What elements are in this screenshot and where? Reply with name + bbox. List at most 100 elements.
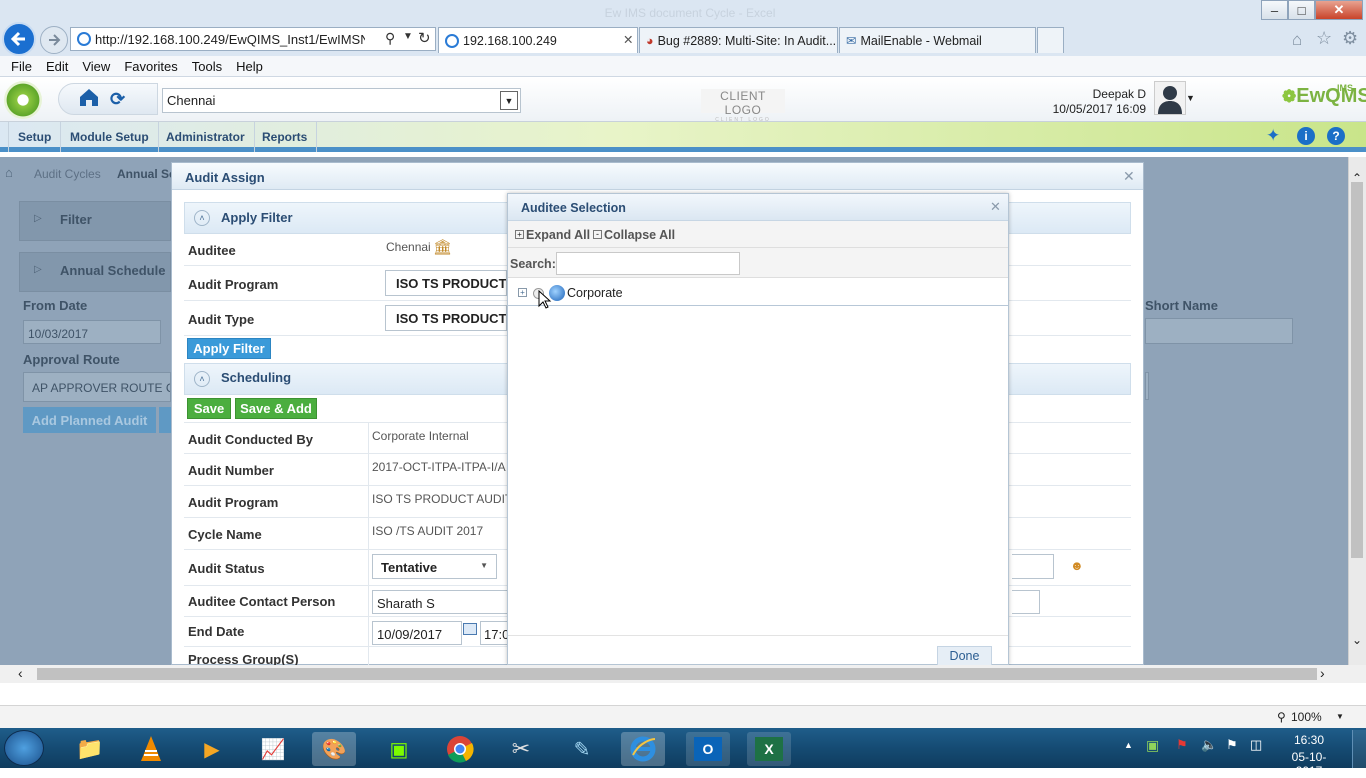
network-icon[interactable]: ◫ (1250, 737, 1262, 753)
breadcrumb-home-icon[interactable]: ⌂ (5, 165, 13, 180)
expand-all-link[interactable]: Expand All (526, 228, 590, 242)
tray-app-icon[interactable]: ▣ (1146, 737, 1159, 754)
refresh-icon[interactable]: ↻ (418, 29, 431, 47)
short-name-input[interactable] (1145, 318, 1293, 344)
tab-webmail[interactable]: ✉ MailEnable - Webmail (839, 27, 1036, 53)
input-fragment[interactable] (1012, 590, 1040, 614)
avatar[interactable] (1154, 81, 1186, 115)
search-icon[interactable]: ⚲ (385, 30, 395, 47)
add-planned-audit-button[interactable]: Add Planned Audit (23, 407, 156, 433)
info-icon[interactable]: i (1297, 127, 1315, 145)
collapse-chevron-icon[interactable]: ˄ (194, 210, 210, 226)
chevron-down-icon[interactable]: ▼ (500, 91, 518, 110)
chart-app-icon[interactable]: 📈 (251, 732, 295, 766)
volume-icon[interactable]: 🔈 (1201, 737, 1217, 753)
approval-route-select[interactable]: AP APPROVER ROUTE C (23, 372, 171, 402)
audit-status-select[interactable]: Tentative ▼ (372, 554, 497, 579)
close-window-button[interactable]: ✕ (1315, 0, 1363, 20)
scroll-down-icon[interactable]: ⌄ (1352, 633, 1362, 647)
zoom-dropdown-icon[interactable]: ▼ (1336, 712, 1344, 721)
media-player-icon[interactable]: ▶ (190, 732, 234, 766)
explorer-icon[interactable]: 📁 (68, 732, 112, 766)
maximize-button[interactable]: □ (1288, 0, 1315, 20)
menu-help[interactable]: Help (236, 59, 263, 74)
collapse-all-icon[interactable]: - (593, 230, 602, 239)
vlc-icon[interactable] (129, 732, 173, 766)
nav-setup[interactable]: Setup (8, 122, 62, 152)
save-button[interactable]: Save (187, 398, 231, 419)
action-center-icon[interactable]: ⚑ (1226, 737, 1238, 753)
clock-date[interactable]: 05-10-2017 (1279, 750, 1339, 778)
menu-file[interactable]: File (11, 59, 32, 74)
scroll-left-icon[interactable]: ‹ (18, 665, 23, 681)
scroll-thumb-h[interactable] (37, 668, 1317, 680)
collapse-all-link[interactable]: Collapse All (604, 228, 675, 242)
contact-person-input[interactable]: Sharath S (372, 590, 508, 614)
user-menu-chevron-icon[interactable]: ▼ (1186, 93, 1195, 103)
search-input[interactable] (556, 252, 740, 275)
scroll-thumb[interactable] (1351, 182, 1363, 558)
menu-view[interactable]: View (82, 59, 110, 74)
dropdown-icon[interactable]: ▼ (403, 31, 413, 42)
breadcrumb-annual[interactable]: Annual Sc (117, 167, 176, 181)
scroll-right-icon[interactable]: › (1320, 665, 1325, 681)
dialog-close-icon[interactable]: ✕ (990, 199, 1001, 215)
audit-type-select[interactable]: ISO TS PRODUCT (385, 305, 507, 331)
internet-explorer-icon[interactable] (621, 732, 665, 766)
expand-all-icon[interactable]: + (515, 230, 524, 239)
end-date-input[interactable]: 10/09/2017 (372, 621, 462, 645)
tab-close-icon[interactable]: ✕ (623, 32, 633, 47)
tab-active[interactable]: 192.168.100.249 ✕ (438, 27, 638, 53)
tray-expand-icon[interactable]: ▲ (1124, 740, 1133, 750)
collapse-chevron-icon[interactable]: ˄ (194, 371, 210, 387)
from-date-input[interactable]: 10/03/2017 (23, 320, 161, 344)
annual-schedule-panel[interactable]: ▷ Annual Schedule (19, 252, 171, 292)
auditor-input-fragment[interactable] (1012, 554, 1054, 579)
menu-edit[interactable]: Edit (46, 59, 68, 74)
sync-icon[interactable]: ⟳ (110, 89, 125, 110)
paint-icon[interactable]: 🎨 (312, 732, 356, 766)
breadcrumb-audit-cycles[interactable]: Audit Cycles (34, 167, 101, 181)
start-button[interactable] (4, 730, 44, 766)
clock-time[interactable]: 16:30 (1279, 733, 1339, 747)
nav-reports[interactable]: Reports (253, 122, 318, 152)
nav-administrator[interactable]: Administrator (157, 122, 255, 152)
input-fragment[interactable] (1145, 372, 1149, 400)
tray-flag-icon[interactable]: ⚑ (1176, 737, 1188, 753)
tree-node-corporate[interactable]: Corporate (567, 286, 623, 300)
end-time-input[interactable]: 17:0 (480, 621, 508, 645)
filter-panel[interactable]: ▷ Filter (19, 201, 171, 241)
green-app-icon[interactable]: ▣ (377, 732, 421, 766)
outlook-icon[interactable]: O (686, 732, 730, 766)
menu-favorites[interactable]: Favorites (124, 59, 177, 74)
pin-icon[interactable]: ✦ (1266, 126, 1280, 146)
button-fragment[interactable] (159, 407, 171, 433)
zoom-level[interactable]: 100% (1291, 710, 1322, 724)
show-desktop-button[interactable] (1352, 730, 1366, 768)
minimize-button[interactable]: – (1261, 0, 1288, 20)
audit-program-select[interactable]: ISO TS PRODUCT (385, 270, 507, 296)
nav-module-setup[interactable]: Module Setup (61, 122, 159, 152)
help-icon[interactable]: ? (1327, 127, 1345, 145)
save-and-add-button[interactable]: Save & Add (235, 398, 317, 419)
calendar-icon[interactable] (463, 623, 477, 635)
location-select[interactable]: Chennai ▼ (162, 88, 521, 113)
new-tab-button[interactable] (1037, 27, 1064, 53)
building-icon[interactable]: 🏛 (433, 238, 452, 256)
forward-button[interactable] (40, 26, 68, 54)
expand-node-icon[interactable]: + (518, 288, 527, 297)
horizontal-scrollbar[interactable]: ‹ › (0, 665, 1366, 683)
excel-icon[interactable]: X (747, 732, 791, 766)
vertical-scrollbar[interactable]: ⌃ ⌄ (1348, 157, 1366, 665)
done-button[interactable]: Done (937, 646, 992, 665)
tab-bug[interactable]: ◕ Bug #2889: Multi-Site: In Audit... (639, 27, 838, 53)
back-button[interactable] (2, 22, 36, 56)
address-bar[interactable]: http://192.168.100.249/EwQIMS_Inst1/EwIM… (70, 27, 436, 51)
zoom-icon[interactable]: ⚲ (1277, 710, 1286, 724)
home-icon[interactable]: ⌂ (1292, 30, 1302, 50)
favorites-star-icon[interactable]: ☆ (1316, 28, 1332, 49)
notepad-icon[interactable]: ✎ (560, 732, 604, 766)
people-picker-icon[interactable]: ☻ (1070, 558, 1084, 573)
settings-gear-icon[interactable]: ⚙ (1342, 28, 1358, 49)
snipping-tool-icon[interactable]: ✂ (499, 732, 543, 766)
